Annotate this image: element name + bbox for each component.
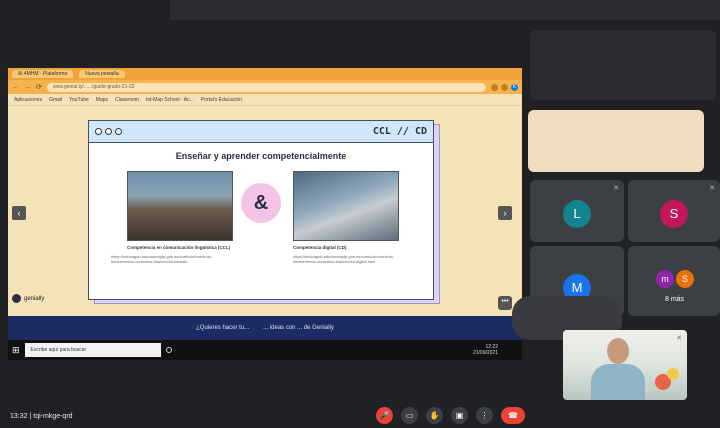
prev-slide-button[interactable]: ‹ bbox=[12, 206, 26, 220]
more-count: 8 más bbox=[665, 296, 685, 303]
forward-icon[interactable]: → bbox=[24, 84, 31, 91]
cd-caption: Competencia digital (CD) bbox=[293, 245, 347, 250]
reload-icon[interactable]: ⟳ bbox=[36, 83, 42, 91]
card-header: CCL // CD bbox=[89, 121, 433, 143]
background-ball bbox=[667, 368, 679, 380]
present-button[interactable]: ▣ bbox=[451, 407, 468, 424]
address-bar[interactable]: view.genial.ly/....../guide-grado-21-22 bbox=[46, 82, 486, 92]
mic-off-icon: ✕ bbox=[676, 335, 682, 342]
browser-tab-2[interactable]: Nueva pestaña bbox=[79, 70, 125, 78]
person-shirt bbox=[591, 364, 645, 400]
bookmark-item[interactable]: Iot-Map School · Ac... bbox=[146, 97, 194, 103]
meeting-time: 13:32 bbox=[10, 413, 28, 420]
mic-off-icon: ✕ bbox=[613, 185, 619, 192]
participant-avatar: S bbox=[660, 200, 688, 228]
more-participants-tile[interactable]: m S 8 más bbox=[628, 246, 720, 316]
bookmarks-bar: Aplicaciones Gmail YouTube Maps Classroo… bbox=[8, 94, 522, 106]
browser-extensions: K bbox=[491, 83, 518, 91]
genially-brand: genially bbox=[24, 295, 45, 302]
participant-tile-blurred bbox=[528, 110, 704, 172]
next-slide-button[interactable]: › bbox=[498, 206, 512, 220]
raise-hand-button[interactable]: ✋ bbox=[426, 407, 443, 424]
participant-tile-s[interactable]: ✕ S bbox=[628, 180, 720, 242]
taskbar-search[interactable]: Escribe aquí para buscar bbox=[24, 343, 161, 357]
windows-taskbar: ⊞ Escribe aquí para buscar 12:22 21/09/2… bbox=[8, 340, 522, 360]
self-view-tile[interactable]: ✕ bbox=[563, 330, 687, 400]
browser-tab-1[interactable]: Al 4MHM · Plataforma bbox=[12, 70, 74, 78]
camera-button[interactable]: ▭ bbox=[401, 407, 418, 424]
blurred-header bbox=[170, 0, 720, 20]
self-video bbox=[591, 338, 645, 400]
cd-link[interactable]: https://educagob.educacionyfp.gob.es/cur… bbox=[293, 254, 413, 264]
participant-avatar: L bbox=[563, 200, 591, 228]
slide-menu-button[interactable]: ••• bbox=[498, 296, 512, 310]
bookmark-item[interactable]: Maps bbox=[96, 97, 108, 103]
mic-off-icon: ✕ bbox=[709, 185, 715, 192]
footer-text-right: ... ideas con ... de Genially bbox=[263, 325, 334, 331]
bookmark-item[interactable]: Portal's Educación bbox=[201, 97, 242, 103]
dot-icon bbox=[115, 128, 122, 135]
footer-text-left[interactable]: ¿Quieres hacer tu... bbox=[196, 325, 249, 331]
participant-avatar: S bbox=[676, 270, 694, 288]
taskbar-date: 21/09/2021 bbox=[472, 350, 498, 356]
window-dots bbox=[95, 128, 122, 135]
meeting-info: 13:32 | tqi-mkge-qrd bbox=[10, 413, 73, 420]
person-head bbox=[607, 338, 629, 364]
slide-title: Enseñar y aprender competencialmente bbox=[175, 151, 347, 161]
bookmark-item[interactable]: YouTube bbox=[69, 97, 89, 103]
genially-logo: genially bbox=[12, 294, 44, 303]
slide-area: CCL // CD Enseñar y aprender competencia… bbox=[8, 106, 522, 316]
meet-window: Al 4MHM · Plataforma Nueva pestaña ← → ⟳… bbox=[0, 0, 720, 428]
participant-tile-blurred bbox=[530, 30, 716, 100]
extension-icon[interactable] bbox=[501, 83, 508, 91]
leave-call-button[interactable]: ☎ bbox=[501, 407, 525, 424]
slide-header-label: CCL // CD bbox=[372, 126, 427, 137]
bookmark-item[interactable]: Aplicaciones bbox=[14, 97, 42, 103]
back-icon[interactable]: ← bbox=[12, 84, 19, 91]
participant-avatar: m bbox=[656, 270, 674, 288]
browser-toolbar: ← → ⟳ view.genial.ly/....../guide-grado-… bbox=[8, 80, 522, 94]
bookmark-item[interactable]: Gmail bbox=[49, 97, 62, 103]
genially-icon bbox=[12, 294, 21, 303]
more-options-button[interactable]: ⋮ bbox=[476, 407, 493, 424]
meeting-code[interactable]: tqi-mkge-qrd bbox=[33, 413, 72, 420]
ccl-link[interactable]: https://educagob.educacionyfp.gob.es/cur… bbox=[111, 254, 231, 264]
dot-icon bbox=[105, 128, 112, 135]
ccl-caption: Competencia en comunicación lingüística … bbox=[127, 245, 231, 250]
bookmark-item[interactable]: Classroom bbox=[115, 97, 139, 103]
dot-icon bbox=[95, 128, 102, 135]
participant-tile-l[interactable]: ✕ L bbox=[530, 180, 624, 242]
windows-start-icon[interactable]: ⊞ bbox=[12, 345, 20, 356]
ampersand-badge: & bbox=[241, 183, 281, 223]
slide-card: CCL // CD Enseñar y aprender competencia… bbox=[88, 120, 434, 300]
laptop-hands-photo bbox=[293, 171, 399, 241]
browser-tab-strip: Al 4MHM · Plataforma Nueva pestaña bbox=[8, 68, 522, 80]
meeting-controls: 🎤 ▭ ✋ ▣ ⋮ ☎ bbox=[376, 407, 525, 424]
extension-icon[interactable] bbox=[491, 83, 498, 91]
presented-screen[interactable]: Al 4MHM · Plataforma Nueva pestaña ← → ⟳… bbox=[8, 68, 522, 360]
classroom-photo bbox=[127, 171, 233, 241]
mic-off-button[interactable]: 🎤 bbox=[376, 407, 393, 424]
taskbar-clock: 12:22 21/09/2021 bbox=[473, 344, 522, 356]
profile-avatar[interactable]: K bbox=[511, 83, 518, 91]
cortana-icon[interactable] bbox=[165, 347, 172, 353]
genially-footer: ¿Quieres hacer tu... ... ideas con ... d… bbox=[8, 316, 522, 340]
